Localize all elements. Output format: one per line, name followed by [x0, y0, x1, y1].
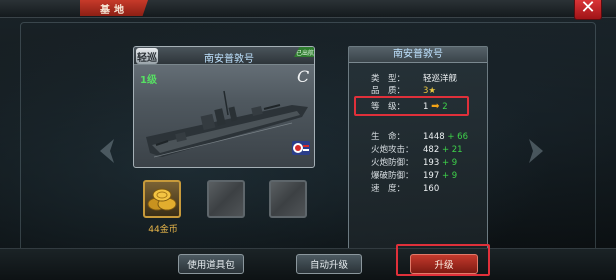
- arrow-right-icon: ➡: [431, 101, 440, 112]
- item-slot-empty-2[interactable]: [269, 180, 307, 218]
- info-value: 193 + 9: [423, 158, 458, 168]
- info-label: 爆破防御：: [371, 171, 414, 181]
- status-badge: 已出航: [294, 47, 314, 57]
- info-label: 生 命：: [371, 132, 406, 142]
- info-row-type: 类 型： 轻巡洋舰: [349, 73, 487, 85]
- ship-info-panel: 南安普敦号 类 型： 轻巡洋舰 品 质： 3★ 等 级： 1 ➡ 2 生 命： …: [348, 46, 488, 250]
- warship-image: [146, 90, 308, 158]
- ship-card-header: 轻巡 南安普敦号 已出航: [134, 47, 314, 65]
- info-value-level: 1 ➡ 2: [423, 101, 448, 113]
- info-label: 火炮防御：: [371, 158, 414, 168]
- info-row-level: 等 级： 1 ➡ 2: [349, 101, 487, 113]
- info-row-hp: 生 命： 1448 + 66: [349, 131, 487, 143]
- tab-base[interactable]: 基地: [80, 0, 148, 16]
- info-label: 火炮攻击：: [371, 145, 414, 155]
- info-row-gun-defense: 火炮防御： 193 + 9: [349, 157, 487, 169]
- info-row-blast-defense: 爆破防御： 197 + 9: [349, 170, 487, 182]
- info-row-attack: 火炮攻击： 482 + 21: [349, 144, 487, 156]
- ship-card[interactable]: 轻巡 南安普敦号 已出航 1级 C: [133, 46, 315, 168]
- close-icon: ✕: [580, 0, 596, 18]
- navy-flag-icon: [292, 141, 310, 155]
- close-button[interactable]: ✕: [574, 0, 602, 20]
- level-next: 2: [442, 102, 448, 112]
- info-value: 197 + 9: [423, 171, 458, 181]
- info-row-quality: 品 质： 3★: [349, 85, 487, 97]
- arrow-right-icon[interactable]: [527, 137, 545, 165]
- info-value: 482 + 21: [423, 145, 463, 155]
- top-bar: 基地 ✕: [0, 0, 616, 20]
- level-current: 1: [423, 102, 429, 112]
- ship-name: 南安普敦号: [204, 54, 254, 65]
- item-slot-empty-1[interactable]: [207, 180, 245, 218]
- info-label: 速 度：: [371, 184, 406, 194]
- ship-level: 1级: [140, 75, 157, 86]
- arrow-left-icon[interactable]: [98, 137, 116, 165]
- info-value: 3★: [423, 86, 437, 96]
- item-gold-label: 44金币: [148, 225, 178, 235]
- use-item-pack-button[interactable]: 使用道具包: [178, 254, 244, 274]
- upgrade-button[interactable]: 升级: [410, 254, 478, 274]
- ship-class-badge: 轻巡: [136, 48, 158, 64]
- gold-coins-icon: [147, 188, 177, 211]
- auto-upgrade-button[interactable]: 自动升级: [296, 254, 362, 274]
- info-panel-title: 南安普敦号: [349, 47, 487, 63]
- info-value: 1448 + 66: [423, 132, 468, 142]
- info-value: 轻巡洋舰: [423, 74, 458, 84]
- info-row-speed: 速 度： 160: [349, 183, 487, 195]
- info-label: 品 质：: [371, 86, 406, 96]
- info-value: 160: [423, 184, 440, 194]
- info-label: 等 级：: [371, 102, 406, 112]
- ship-grade: C: [297, 67, 310, 86]
- info-label: 类 型：: [371, 74, 406, 84]
- upgrade-screen: 基地 ✕ 轻巡 南安普敦号 已出航 1级 C 44金币 南安普敦号 类 型： 轻…: [0, 0, 616, 280]
- item-slot-gold[interactable]: [143, 180, 181, 218]
